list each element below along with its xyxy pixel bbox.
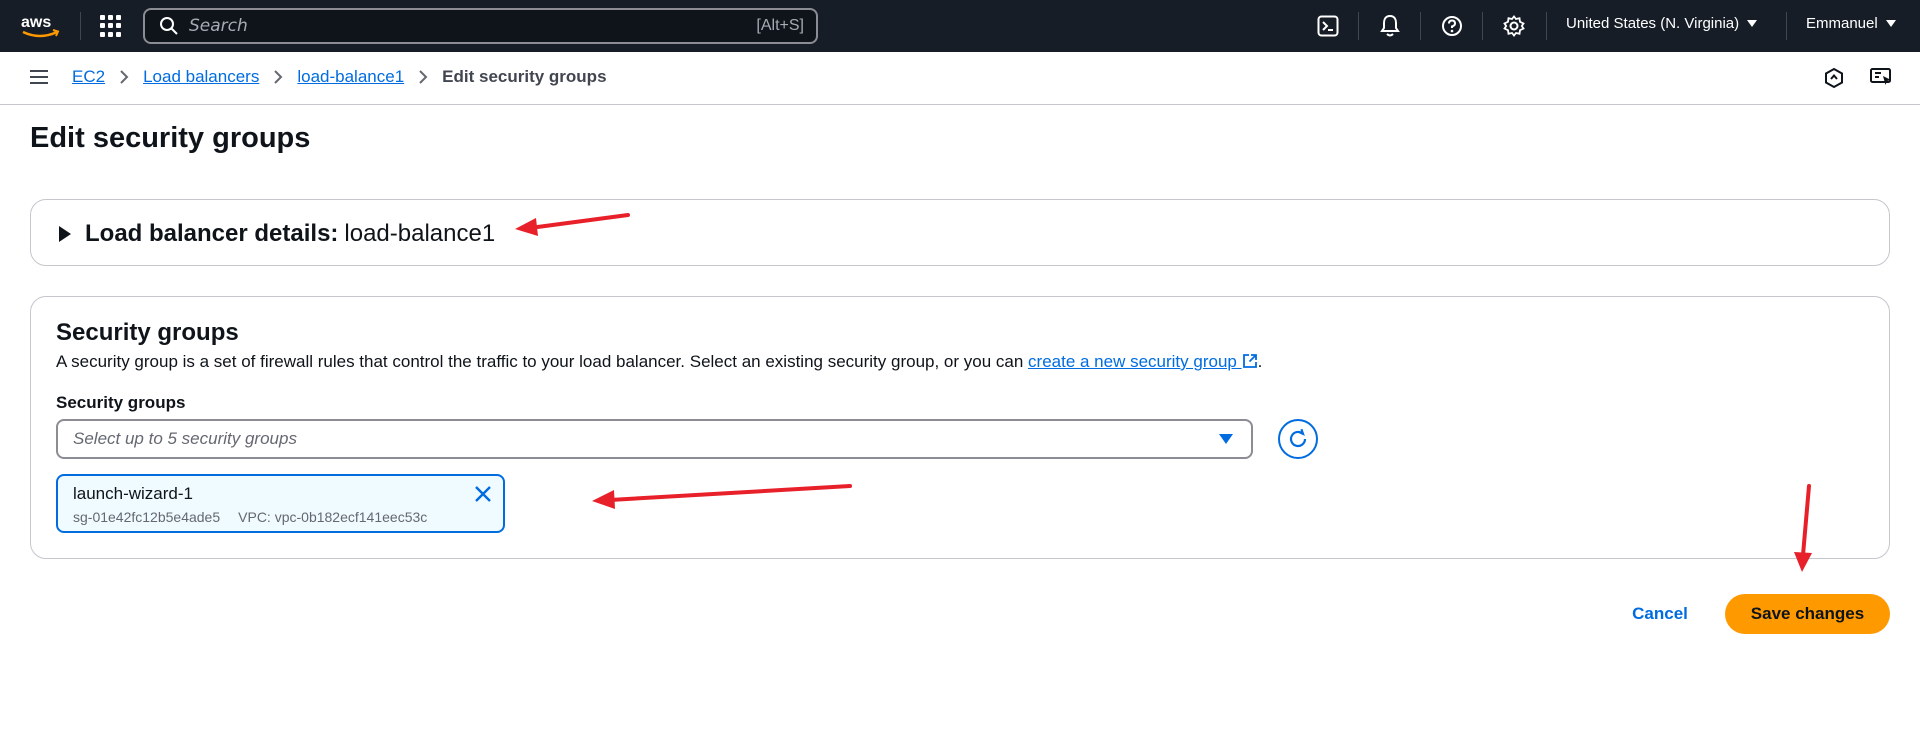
- security-groups-description: A security group is a set of firewall ru…: [56, 352, 1262, 372]
- security-groups-select[interactable]: Select up to 5 security groups: [56, 419, 1253, 459]
- cancel-button[interactable]: Cancel: [1620, 594, 1700, 634]
- external-link-icon: [1242, 354, 1257, 368]
- nav-divider: [1786, 12, 1787, 40]
- hexagon-info-icon[interactable]: [1822, 66, 1846, 90]
- chevron-right-icon: [119, 69, 129, 85]
- region-selector[interactable]: United States (N. Virginia): [1566, 15, 1758, 32]
- breadcrumb: EC2 Load balancers load-balance1 Edit se…: [72, 67, 607, 87]
- region-label: United States (N. Virginia): [1566, 15, 1740, 32]
- search-shortcut-hint: [Alt+S]: [756, 17, 804, 34]
- breadcrumb-bar: EC2 Load balancers load-balance1 Edit se…: [0, 52, 1920, 105]
- create-security-group-link[interactable]: create a new security group: [1028, 352, 1258, 371]
- security-groups-field-label: Security groups: [56, 393, 186, 412]
- details-expand-toggle[interactable]: Load balancer details: load-balance1: [59, 220, 495, 248]
- search-bar[interactable]: [Alt+S]: [143, 8, 818, 44]
- caret-down-icon: [1219, 434, 1233, 444]
- load-balancer-details-panel: Load balancer details: load-balance1: [30, 199, 1890, 266]
- refresh-button[interactable]: [1278, 419, 1318, 459]
- chevron-right-icon: [418, 69, 428, 85]
- settings-icon[interactable]: [1502, 14, 1526, 38]
- create-security-group-link-text: create a new security group: [1028, 352, 1237, 371]
- user-menu[interactable]: Emmanuel: [1806, 15, 1896, 32]
- breadcrumb-load-balancers[interactable]: Load balancers: [143, 67, 259, 87]
- token-sg-id: sg-01e42fc12b5e4ade5: [73, 509, 221, 525]
- user-name: Emmanuel: [1806, 15, 1878, 32]
- menu-icon[interactable]: [30, 70, 48, 84]
- breadcrumb-load-balance1[interactable]: load-balance1: [297, 67, 404, 87]
- nav-divider: [80, 12, 81, 40]
- token-meta: sg-01e42fc12b5e4ade5 VPC: vpc-0b182ecf141…: [73, 509, 427, 525]
- top-navigation: aws [Alt+S] United States (N. Virginia) …: [0, 0, 1920, 52]
- token-vpc: VPC: vpc-0b182ecf141eec53c: [238, 509, 428, 525]
- description-suffix: .: [1257, 352, 1263, 371]
- details-value: load-balance1: [344, 220, 496, 247]
- remove-token-close-icon[interactable]: [473, 484, 493, 504]
- search-icon: [160, 17, 178, 35]
- chevron-right-icon: [273, 69, 283, 85]
- nav-divider: [1482, 12, 1483, 40]
- save-changes-button[interactable]: Save changes: [1725, 594, 1890, 634]
- help-icon[interactable]: [1440, 14, 1464, 38]
- select-placeholder: Select up to 5 security groups: [73, 429, 297, 448]
- search-input[interactable]: [189, 16, 757, 36]
- aws-logo[interactable]: aws: [20, 12, 62, 40]
- notifications-icon[interactable]: [1378, 14, 1402, 38]
- caret-right-icon: [59, 226, 71, 242]
- security-groups-panel: Security groups A security group is a se…: [30, 296, 1890, 559]
- details-label: Load balancer details:: [85, 220, 339, 247]
- selected-security-group-token: launch-wizard-1 sg-01e42fc12b5e4ade5 VPC:…: [56, 474, 505, 533]
- breadcrumb-current: Edit security groups: [442, 67, 607, 86]
- aws-logo-text: aws: [21, 14, 51, 31]
- page-title: Edit security groups: [30, 122, 311, 154]
- services-menu-icon[interactable]: [100, 15, 122, 37]
- caret-down-icon: [1747, 20, 1758, 27]
- nav-divider: [1358, 12, 1359, 40]
- display-settings-icon[interactable]: [1869, 66, 1893, 90]
- cloudshell-icon[interactable]: [1316, 14, 1340, 38]
- description-text: A security group is a set of firewall ru…: [56, 352, 1029, 371]
- nav-divider: [1546, 12, 1547, 40]
- refresh-icon: [1289, 428, 1307, 448]
- caret-down-icon: [1885, 20, 1896, 27]
- breadcrumb-ec2[interactable]: EC2: [72, 67, 105, 87]
- security-groups-heading: Security groups: [56, 319, 239, 346]
- token-name: launch-wizard-1: [73, 484, 193, 503]
- nav-divider: [1420, 12, 1421, 40]
